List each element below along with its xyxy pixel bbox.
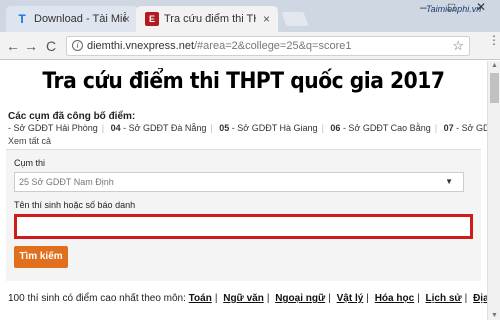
tab-download[interactable]: T Download - Tài Miễn Phí ×: [6, 6, 138, 32]
divider: |: [464, 293, 468, 304]
name-label: Tên thí sinh hoặc số báo danh: [14, 200, 136, 210]
minimize-icon[interactable]: –: [420, 0, 427, 14]
cluster-select[interactable]: 25 Sở GDĐT Nam Định ▼: [14, 172, 464, 192]
cluster-label: Cụm thi: [14, 158, 46, 168]
cluster-select-value: 25 Sở GDĐT Nam Định: [19, 177, 114, 187]
taimienphi-favicon-icon: T: [18, 12, 26, 26]
cluster-link[interactable]: 07 - Sở GDĐT La: [444, 123, 487, 133]
tab-close-icon[interactable]: ×: [123, 6, 130, 32]
divider: |: [266, 293, 270, 304]
cluster-name: - Sở GDĐT La: [456, 123, 487, 133]
cluster-link[interactable]: - Sở GDĐT Hải Phòng: [8, 123, 98, 133]
divider: |: [101, 123, 105, 133]
cluster-number: 06: [330, 123, 341, 133]
subject-link-hoa-hoc[interactable]: Hóa học: [375, 293, 414, 304]
divider: |: [210, 123, 213, 133]
tab-close-icon[interactable]: ×: [263, 6, 270, 32]
scrollbar-thumb[interactable]: [490, 73, 499, 103]
search-button[interactable]: Tìm kiếm: [14, 246, 68, 268]
subject-link-vat-ly[interactable]: Vật lý: [337, 293, 364, 304]
address-bar[interactable]: i diemthi.vnexpress.net/#area=2&college=…: [66, 36, 470, 56]
vnexpress-favicon-icon: E: [145, 12, 159, 26]
subjects-intro: 100 thí sinh có điểm cao nhất theo môn:: [8, 293, 186, 304]
scroll-up-icon[interactable]: ▲: [491, 62, 498, 69]
tab-strip: T Download - Tài Miễn Phí × E Tra cứu đi…: [0, 0, 500, 32]
top-scores-subjects: 100 thí sinh có điểm cao nhất theo môn: …: [8, 293, 487, 304]
forward-arrow-icon[interactable]: →: [22, 37, 40, 55]
chrome-menu-icon[interactable]: ⋮: [488, 34, 500, 46]
divider: |: [417, 293, 420, 304]
subject-link-toan[interactable]: Toán: [189, 293, 212, 304]
cluster-link[interactable]: 06 - Sở GDĐT Cao Bằng: [330, 123, 430, 133]
info-icon[interactable]: i: [72, 40, 83, 51]
divider: |: [366, 293, 369, 304]
back-arrow-icon[interactable]: ←: [4, 37, 22, 55]
cluster-number: 05: [219, 123, 230, 133]
divider: |: [214, 293, 218, 304]
dropdown-caret-icon: ▼: [445, 177, 453, 186]
divider: |: [328, 293, 331, 304]
cluster-number: 07: [443, 123, 454, 133]
bookmark-star-icon[interactable]: ☆: [452, 37, 464, 55]
vertical-scrollbar[interactable]: ▲ ▼: [487, 61, 500, 320]
search-form: Cụm thi 25 Sở GDĐT Nam Định ▼ Tên thí si…: [6, 149, 481, 281]
subject-link-dia-ly[interactable]: Địa lý: [473, 293, 487, 304]
see-all-link[interactable]: Xem tất cả: [8, 136, 51, 146]
clusters-list: - Sở GDĐT Hải Phòng | 04 - Sở GDĐT Đà Nẵn…: [8, 123, 487, 133]
subject-link-ngoai-ngu[interactable]: Ngoại ngữ: [275, 293, 325, 304]
scroll-down-icon[interactable]: ▼: [491, 312, 498, 319]
clusters-title: Các cụm đã công bố điểm:: [8, 111, 136, 122]
subject-link-lich-su[interactable]: Lịch sử: [426, 293, 462, 304]
divider: |: [434, 123, 438, 133]
reload-icon[interactable]: C: [42, 37, 60, 55]
cluster-name: - Sở GDĐT Đà Nẵng: [120, 123, 207, 133]
candidate-search-input[interactable]: [14, 214, 473, 239]
url-path: /#area=2&college=25&q=score1: [194, 40, 352, 52]
tab-title: Download - Tài Miễn Phí: [34, 13, 126, 25]
divider: |: [321, 123, 324, 133]
maximize-icon[interactable]: □: [448, 0, 455, 14]
cluster-link[interactable]: 04 - Sở GDĐT Đà Nẵng: [111, 123, 207, 133]
browser-toolbar: ← → C i diemthi.vnexpress.net/#area=2&co…: [0, 32, 500, 60]
tab-tra-cuu[interactable]: E Tra cứu điểm thi THPT qu ×: [136, 6, 278, 32]
subject-link-ngu-van[interactable]: Ngữ văn: [223, 293, 264, 304]
page-content: Tra cứu điểm thi THPT quốc gia 2017 Các …: [0, 61, 487, 320]
cluster-link[interactable]: 05 - Sở GDĐT Hà Giang: [219, 123, 317, 133]
tab-title: Tra cứu điểm thi THPT qu: [164, 13, 256, 25]
close-window-icon[interactable]: ✕: [476, 0, 486, 14]
cluster-number: 04: [110, 123, 121, 133]
cluster-name: - Sở GDĐT Hải Phòng: [8, 123, 98, 133]
cluster-name: - Sở GDĐT Cao Bằng: [340, 123, 431, 133]
new-tab-button[interactable]: [281, 12, 309, 26]
page-title: Tra cứu điểm thi THPT quốc gia 2017: [42, 69, 445, 94]
cluster-name: - Sở GDĐT Hà Giang: [229, 123, 318, 133]
url-host: diemthi.vnexpress.net: [87, 40, 194, 52]
